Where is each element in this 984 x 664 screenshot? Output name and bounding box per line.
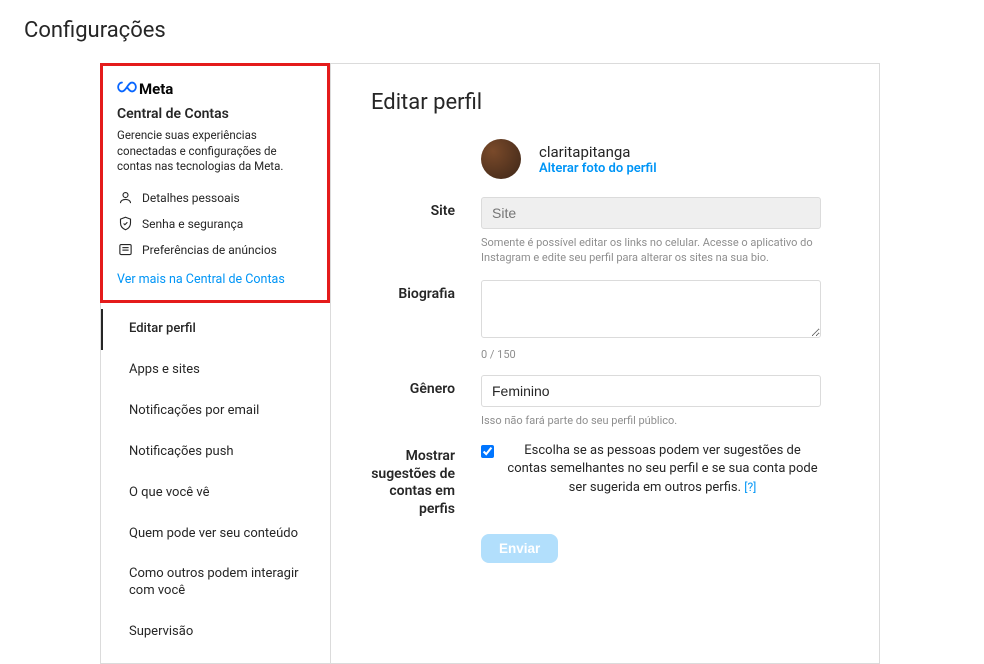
gender-help: Isso não fará parte do seu perfil públic… — [481, 413, 821, 428]
accounts-center-item-ads[interactable]: Preferências de anúncios — [117, 237, 313, 263]
suggest-checkbox[interactable] — [481, 445, 494, 458]
page-title: Configurações — [0, 0, 984, 55]
bio-textarea[interactable] — [481, 280, 821, 338]
nav-what-you-see[interactable]: O que você vê — [101, 473, 330, 514]
bio-label: Biografia — [371, 280, 481, 304]
site-label: Site — [371, 197, 481, 221]
submit-button[interactable]: Enviar — [481, 534, 558, 563]
avatar[interactable] — [481, 139, 521, 179]
meta-infinity-icon — [117, 80, 137, 98]
person-icon — [117, 190, 133, 206]
accounts-center-item-label: Senha e segurança — [142, 217, 243, 231]
nav-who-can-see[interactable]: Quem pode ver seu conteúdo — [101, 514, 330, 555]
nav-supervision[interactable]: Supervisão — [101, 612, 330, 653]
username: claritapitanga — [539, 143, 657, 161]
meta-brand-text: Meta — [139, 80, 173, 98]
newspaper-icon — [117, 242, 133, 258]
accounts-center-item-security[interactable]: Senha e segurança — [117, 211, 313, 237]
nav-push-notifications[interactable]: Notificações push — [101, 432, 330, 473]
accounts-center-more-link[interactable]: Ver mais na Central de Contas — [117, 271, 285, 289]
sidebar: Meta Central de Contas Gerencie suas exp… — [101, 64, 331, 663]
suggest-text: Escolha se as pessoas podem ver sugestõe… — [504, 442, 821, 497]
meta-logo: Meta — [117, 80, 313, 98]
accounts-center-title: Central de Contas — [117, 106, 313, 122]
nav-apps-sites[interactable]: Apps e sites — [101, 350, 330, 391]
accounts-center-item-label: Preferências de anúncios — [142, 243, 277, 257]
site-input — [481, 197, 821, 229]
content: Editar perfil claritapitanga Alterar fot… — [331, 64, 879, 663]
nav-how-interact[interactable]: Como outros podem interagir com você — [101, 554, 330, 612]
nav-email-notifications[interactable]: Notificações por email — [101, 391, 330, 432]
content-heading: Editar perfil — [371, 90, 839, 115]
change-photo-link[interactable]: Alterar foto do perfil — [539, 161, 657, 176]
accounts-center-item-label: Detalhes pessoais — [142, 191, 240, 205]
accounts-center-box: Meta Central de Contas Gerencie suas exp… — [100, 63, 330, 303]
settings-nav: Editar perfil Apps e sites Notificações … — [101, 303, 330, 663]
shield-icon — [117, 216, 133, 232]
help-icon[interactable]: [?] — [744, 480, 756, 494]
accounts-center-item-personal[interactable]: Detalhes pessoais — [117, 185, 313, 211]
gender-input[interactable] — [481, 375, 821, 407]
bio-counter: 0 / 150 — [481, 348, 821, 361]
site-help: Somente é possível editar os links no ce… — [481, 235, 821, 266]
accounts-center-desc: Gerencie suas experiências conectadas e … — [117, 128, 313, 175]
nav-edit-profile[interactable]: Editar perfil — [101, 309, 330, 350]
suggest-label: Mostrar sugestões de contas em perfis — [371, 442, 481, 518]
gender-label: Gênero — [371, 375, 481, 399]
